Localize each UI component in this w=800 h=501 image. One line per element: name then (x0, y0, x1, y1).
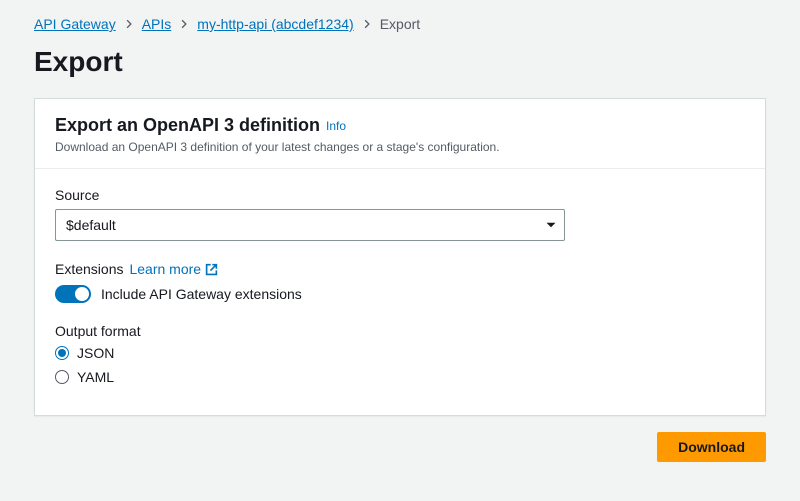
breadcrumb-current: Export (380, 16, 420, 32)
include-extensions-label: Include API Gateway extensions (101, 286, 302, 302)
chevron-right-icon (179, 19, 189, 29)
source-select[interactable]: $default (55, 209, 565, 241)
export-panel: Export an OpenAPI 3 definition Info Down… (34, 98, 766, 416)
learn-more-text: Learn more (129, 261, 201, 277)
panel-description: Download an OpenAPI 3 definition of your… (55, 140, 745, 154)
breadcrumb-link-api-gateway[interactable]: API Gateway (34, 16, 116, 32)
radio-unselected-icon (55, 370, 69, 384)
chevron-right-icon (362, 19, 372, 29)
output-format-json-label: JSON (77, 345, 114, 361)
info-link[interactable]: Info (326, 119, 346, 133)
radio-selected-icon (55, 346, 69, 360)
breadcrumb: API Gateway APIs my-http-api (abcdef1234… (34, 16, 766, 32)
breadcrumb-link-apis[interactable]: APIs (142, 16, 172, 32)
download-button[interactable]: Download (657, 432, 766, 462)
panel-title: Export an OpenAPI 3 definition (55, 115, 320, 136)
source-label: Source (55, 187, 745, 203)
output-format-label: Output format (55, 323, 745, 339)
breadcrumb-link-api[interactable]: my-http-api (abcdef1234) (197, 16, 353, 32)
output-format-yaml-label: YAML (77, 369, 114, 385)
external-link-icon (205, 263, 218, 276)
output-format-json[interactable]: JSON (55, 345, 745, 361)
include-extensions-toggle[interactable] (55, 285, 91, 303)
extensions-label: Extensions (55, 261, 123, 277)
chevron-right-icon (124, 19, 134, 29)
learn-more-link[interactable]: Learn more (129, 261, 218, 277)
page-title: Export (34, 46, 766, 78)
output-format-yaml[interactable]: YAML (55, 369, 745, 385)
